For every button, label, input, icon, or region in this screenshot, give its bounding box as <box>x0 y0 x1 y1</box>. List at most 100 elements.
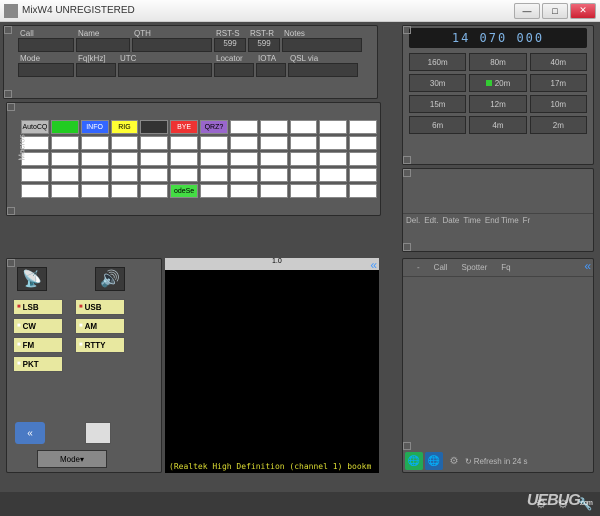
column-header[interactable]: Edt. <box>424 216 438 225</box>
panel-corner-icon[interactable] <box>403 442 411 450</box>
macro-button[interactable]: INFO <box>81 120 109 134</box>
macro-button[interactable] <box>200 168 228 182</box>
macro-button[interactable] <box>319 136 347 150</box>
macro-button[interactable] <box>260 168 288 182</box>
column-header[interactable]: End Time <box>485 216 519 225</box>
globe2-icon[interactable]: 🌐 <box>425 452 443 470</box>
panel-corner-icon[interactable] <box>403 243 411 251</box>
call-input[interactable] <box>18 38 74 52</box>
macro-button[interactable] <box>230 168 258 182</box>
frequency-display[interactable]: 14 070 000 <box>409 28 587 48</box>
band-button-40m[interactable]: 40m <box>530 53 587 71</box>
macro-button[interactable] <box>170 136 198 150</box>
macro-button[interactable] <box>140 168 168 182</box>
mode-dropdown[interactable]: Mode ▾ <box>37 450 107 468</box>
name-input[interactable] <box>76 38 130 52</box>
macro-button[interactable] <box>230 120 258 134</box>
macro-button[interactable] <box>200 152 228 166</box>
panel-corner-icon[interactable] <box>403 169 411 177</box>
band-button-2m[interactable]: 2m <box>530 116 587 134</box>
macro-button[interactable] <box>111 136 139 150</box>
band-button-80m[interactable]: 80m <box>469 53 526 71</box>
macro-button[interactable] <box>21 184 49 198</box>
macro-button[interactable] <box>81 184 109 198</box>
panel-corner-icon[interactable] <box>403 26 411 34</box>
macro-button[interactable] <box>260 184 288 198</box>
macro-button[interactable] <box>349 184 377 198</box>
antenna-icon[interactable]: 📡 <box>17 267 47 291</box>
macro-button[interactable] <box>170 168 198 182</box>
macro-button[interactable] <box>140 136 168 150</box>
collapse-icon[interactable]: « <box>584 259 591 273</box>
macro-button[interactable] <box>319 120 347 134</box>
macro-button[interactable] <box>51 136 79 150</box>
notes-input[interactable] <box>282 38 362 52</box>
macro-button[interactable] <box>140 152 168 166</box>
qth-input[interactable] <box>132 38 212 52</box>
rstr-input[interactable]: 599 <box>248 38 280 52</box>
mode-button-am[interactable]: AM <box>75 318 125 334</box>
macro-button[interactable] <box>81 152 109 166</box>
macro-button[interactable] <box>349 136 377 150</box>
macro-button[interactable] <box>290 136 318 150</box>
band-button-10m[interactable]: 10m <box>530 95 587 113</box>
macro-button[interactable] <box>230 184 258 198</box>
macro-button[interactable] <box>230 136 258 150</box>
band-button-160m[interactable]: 160m <box>409 53 466 71</box>
macro-button[interactable]: QRZ? <box>200 120 228 134</box>
macro-button[interactable] <box>200 136 228 150</box>
mode-button-rtty[interactable]: RTTY <box>75 337 125 353</box>
macro-button[interactable] <box>260 152 288 166</box>
speaker-icon[interactable]: 🔊 <box>95 267 125 291</box>
column-header[interactable]: Call <box>434 263 448 272</box>
macro-button[interactable] <box>230 152 258 166</box>
waterfall-display[interactable]: 1.0 « (Realtek High Definition (channel … <box>165 258 379 473</box>
macro-button[interactable] <box>140 120 168 134</box>
mode-button-fm[interactable]: FM <box>13 337 63 353</box>
macro-button[interactable] <box>290 120 318 134</box>
band-button-12m[interactable]: 12m <box>469 95 526 113</box>
macro-button[interactable] <box>21 168 49 182</box>
macro-button[interactable] <box>111 184 139 198</box>
mode-button-pkt[interactable]: PKT <box>13 356 63 372</box>
band-button-17m[interactable]: 17m <box>530 74 587 92</box>
mode-button-cw[interactable]: CW <box>13 318 63 334</box>
column-header[interactable]: Date <box>442 216 459 225</box>
macro-button[interactable] <box>140 184 168 198</box>
panel-corner-icon[interactable] <box>7 207 15 215</box>
macro-button[interactable] <box>260 120 288 134</box>
macro-button[interactable] <box>170 152 198 166</box>
macro-button[interactable] <box>319 168 347 182</box>
column-header[interactable]: Fq <box>501 263 510 272</box>
globe-icon[interactable]: 🌐 <box>405 452 423 470</box>
nav-back-button[interactable]: « <box>15 422 45 444</box>
band-button-20m[interactable]: 20m <box>469 74 526 92</box>
printer-icon[interactable] <box>85 422 111 444</box>
panel-corner-icon[interactable] <box>7 259 15 267</box>
fqkhz-input[interactable] <box>76 63 116 77</box>
close-button[interactable]: ✕ <box>570 3 596 19</box>
panel-corner-icon[interactable] <box>403 156 411 164</box>
macro-button[interactable] <box>51 184 79 198</box>
mode-button-lsb[interactable]: LSB <box>13 299 63 315</box>
mode-button-usb[interactable]: USB <box>75 299 125 315</box>
macro-button[interactable] <box>290 168 318 182</box>
column-header[interactable]: Del. <box>406 216 420 225</box>
locator-input[interactable] <box>214 63 254 77</box>
iota-input[interactable] <box>256 63 286 77</box>
minimize-button[interactable]: — <box>514 3 540 19</box>
column-header[interactable]: - <box>417 263 420 272</box>
collapse-icon[interactable]: « <box>370 258 377 272</box>
macro-button[interactable] <box>260 136 288 150</box>
macro-button[interactable] <box>349 120 377 134</box>
macro-button[interactable] <box>319 152 347 166</box>
macro-button[interactable] <box>200 184 228 198</box>
qslvia-input[interactable] <box>288 63 358 77</box>
band-button-15m[interactable]: 15m <box>409 95 466 113</box>
band-button-30m[interactable]: 30m <box>409 74 466 92</box>
panel-corner-icon[interactable] <box>4 90 12 98</box>
maximize-button[interactable]: □ <box>542 3 568 19</box>
macro-button[interactable] <box>290 184 318 198</box>
macro-button[interactable]: odeSe <box>170 184 198 198</box>
column-header[interactable]: Time <box>463 216 480 225</box>
